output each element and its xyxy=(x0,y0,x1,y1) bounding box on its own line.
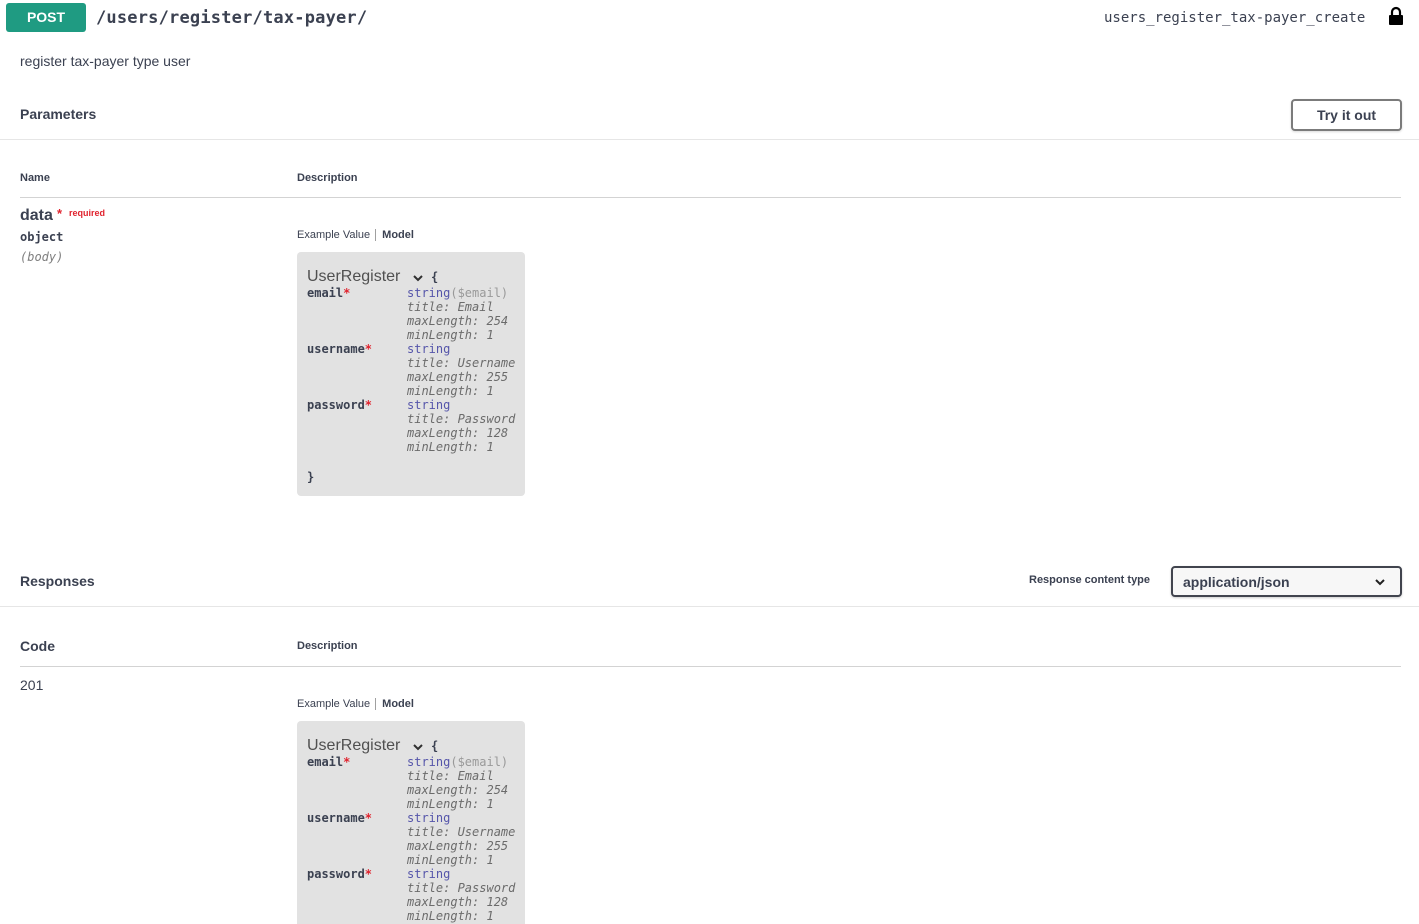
column-header-name: Name xyxy=(20,172,50,184)
param-model-tabs: Example Value Model xyxy=(297,229,414,242)
response-model-tabs: Example Value Model xyxy=(297,698,414,711)
tab-example-value[interactable]: Example Value xyxy=(297,698,370,710)
prop-minlength-email: minLength: 1 xyxy=(407,328,494,342)
prop-type-username: string xyxy=(407,342,451,356)
try-it-out-button[interactable]: Try it out xyxy=(1291,99,1402,131)
chevron-down-icon xyxy=(1375,579,1385,586)
parameters-divider xyxy=(0,139,1419,140)
method-badge: POST xyxy=(6,3,86,32)
required-label: required xyxy=(69,208,106,218)
prop-title-password: title: Password xyxy=(407,881,516,895)
tab-model[interactable]: Model xyxy=(382,229,414,241)
prop-maxlength-username: maxLength: 255 xyxy=(407,370,509,384)
prop-name-email: email* xyxy=(307,755,351,769)
prop-title-email: title: Email xyxy=(407,300,494,314)
prop-maxlength-email: maxLength: 254 xyxy=(407,314,509,328)
prop-name-username: username* xyxy=(307,811,373,825)
param-name: data xyxy=(20,207,53,224)
prop-title-email: title: Email xyxy=(407,769,494,783)
operation-id: users_register_tax-payer_create xyxy=(1104,10,1366,26)
chevron-down-icon[interactable] xyxy=(412,741,424,753)
model-title[interactable]: UserRegister xyxy=(307,737,400,755)
prop-type-username: string xyxy=(407,811,451,825)
response-content-type-select[interactable]: application/json xyxy=(1171,566,1402,597)
open-brace: { xyxy=(431,739,439,753)
prop-name-email: email* xyxy=(307,286,351,300)
prop-type-password: string xyxy=(407,867,451,881)
prop-minlength-password: minLength: 1 xyxy=(407,909,494,923)
prop-maxlength-email: maxLength: 254 xyxy=(407,783,509,797)
operation-path: /users/register/tax-payer/ xyxy=(96,8,368,28)
tab-example-value[interactable]: Example Value xyxy=(297,229,370,241)
prop-minlength-email: minLength: 1 xyxy=(407,797,494,811)
responses-divider xyxy=(0,606,1419,607)
operation-header[interactable]: POST /users/register/tax-payer/ users_re… xyxy=(0,0,1419,40)
close-brace: } xyxy=(307,470,315,484)
chevron-down-icon[interactable] xyxy=(412,272,424,284)
prop-maxlength-username: maxLength: 255 xyxy=(407,839,509,853)
tab-separator xyxy=(375,698,377,711)
param-location: (body) xyxy=(20,250,64,264)
prop-title-password: title: Password xyxy=(407,412,516,426)
column-header-description: Description xyxy=(297,172,358,184)
prop-minlength-username: minLength: 1 xyxy=(407,384,494,398)
prop-minlength-password: minLength: 1 xyxy=(407,440,494,454)
tab-model[interactable]: Model xyxy=(382,698,414,710)
required-star: * xyxy=(57,206,63,221)
prop-name-username: username* xyxy=(307,342,373,356)
prop-type-password: string xyxy=(407,398,451,412)
prop-minlength-username: minLength: 1 xyxy=(407,853,494,867)
model-title[interactable]: UserRegister xyxy=(307,268,400,286)
prop-maxlength-password: maxLength: 128 xyxy=(407,426,509,440)
parameters-title: Parameters xyxy=(20,106,97,122)
prop-title-username: title: Username xyxy=(407,825,516,839)
column-header-response-description: Description xyxy=(297,640,358,652)
prop-name-password: password* xyxy=(307,398,373,412)
model-box-parameters: UserRegister { email* string($email) tit… xyxy=(297,252,525,496)
responses-table-divider xyxy=(20,666,1401,667)
operation-summary: register tax-payer type user xyxy=(20,53,191,69)
parameters-table-divider xyxy=(20,197,1401,198)
response-code: 201 xyxy=(20,677,44,693)
lock-icon[interactable] xyxy=(1388,6,1404,26)
prop-type-email: string($email) xyxy=(407,755,509,769)
prop-type-email: string($email) xyxy=(407,286,509,300)
open-brace: { xyxy=(431,270,439,284)
model-box-response: UserRegister { email* string($email) tit… xyxy=(297,721,525,924)
column-header-code: Code xyxy=(20,638,55,654)
responses-title: Responses xyxy=(20,573,95,589)
prop-name-password: password* xyxy=(307,867,373,881)
tab-separator xyxy=(375,229,377,242)
prop-title-username: title: Username xyxy=(407,356,516,370)
prop-maxlength-password: maxLength: 128 xyxy=(407,895,509,909)
select-value: application/json xyxy=(1183,574,1290,590)
response-content-type-label: Response content type xyxy=(1029,574,1151,586)
param-type: object xyxy=(20,230,64,244)
